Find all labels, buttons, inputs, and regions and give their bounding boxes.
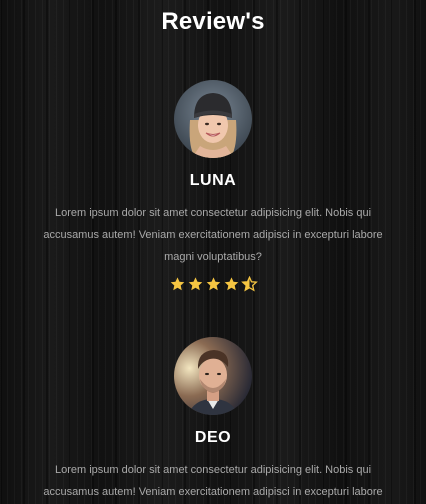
star-half-icon — [240, 276, 258, 292]
star-rating — [0, 276, 426, 294]
page-title: Review's — [161, 8, 265, 35]
star-full-icon — [169, 276, 186, 292]
reviewer-avatar — [174, 80, 252, 158]
star-full-icon — [223, 276, 240, 292]
reviews-page: Review's LUNA Lorem ipsum dolor sit amet… — [0, 0, 426, 504]
star-full-icon — [205, 276, 222, 292]
reviewer-name: DEO — [194, 429, 232, 446]
avatar-man-icon — [174, 337, 252, 415]
review-text: Lorem ipsum dolor sit amet consectetur a… — [43, 464, 383, 498]
star-full-icon — [187, 276, 204, 292]
review-text: Lorem ipsum dolor sit amet consectetur a… — [43, 207, 383, 263]
review-card: DEO Lorem ipsum dolor sit amet consectet… — [0, 337, 426, 503]
review-card: LUNA Lorem ipsum dolor sit amet consecte… — [0, 80, 426, 294]
avatar-woman-beanie-icon — [174, 80, 252, 158]
reviewer-name: LUNA — [189, 172, 237, 189]
reviewer-avatar — [174, 337, 252, 415]
